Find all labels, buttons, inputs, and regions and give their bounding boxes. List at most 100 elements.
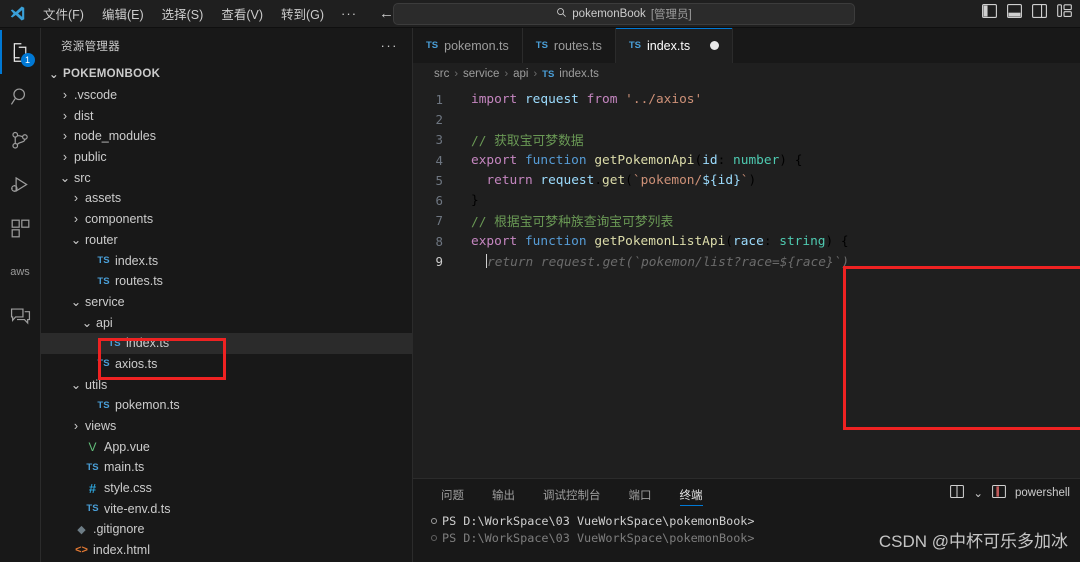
- chevron-right-icon: ›: [504, 68, 509, 80]
- tree-item-main-ts[interactable]: TS main.ts: [41, 457, 412, 478]
- chevron-right-icon[interactable]: ›: [58, 129, 72, 143]
- chevron-down-icon[interactable]: ⌄: [973, 486, 983, 500]
- tree-item-vite-env-d-ts[interactable]: TS vite-env.d.ts: [41, 498, 412, 519]
- panel-tabs[interactable]: 问题 输出 调试控制台 端口 终端 ⌄ powershell: [413, 479, 1080, 510]
- code-line[interactable]: 3 // 获取宝可梦数据: [413, 130, 1080, 150]
- chevron-down-icon[interactable]: ⌄: [80, 315, 94, 330]
- code-line[interactable]: 1 import request from '../axios': [413, 89, 1080, 109]
- tree-item-service[interactable]: ⌄ service: [41, 292, 412, 313]
- explorer-more-button[interactable]: ···: [381, 38, 399, 53]
- menu-selection[interactable]: 选择(S): [153, 1, 213, 26]
- tree-item--vscode[interactable]: › .vscode: [41, 85, 412, 106]
- menu-go[interactable]: 转到(G): [272, 1, 333, 26]
- breadcrumb-service[interactable]: service: [463, 68, 499, 80]
- terminal-shell-label[interactable]: powershell: [1015, 487, 1070, 499]
- file-icon: TS: [83, 503, 102, 514]
- terminal-panel-icon[interactable]: [992, 485, 1006, 501]
- panel-tab-端口[interactable]: 端口: [615, 479, 666, 510]
- tree-item-pokemon-ts[interactable]: TS pokemon.ts: [41, 395, 412, 416]
- code-line[interactable]: 4 export function getPokemonApi(id: numbe…: [413, 150, 1080, 170]
- tree-item-App-vue[interactable]: V App.vue: [41, 436, 412, 457]
- command-center-search[interactable]: pokemonBook [管理员]: [393, 3, 855, 25]
- customize-layout-icon[interactable]: [1057, 4, 1072, 23]
- secondary-sidebar-icon[interactable]: [1032, 4, 1047, 23]
- tree-item-routes-ts[interactable]: TS routes.ts: [41, 271, 412, 292]
- tree-item-label: views: [85, 419, 117, 434]
- file-icon: TS: [83, 462, 102, 473]
- panel-tab-输出[interactable]: 输出: [478, 479, 529, 510]
- activity-source-control-icon[interactable]: [0, 118, 41, 162]
- tree-item-utils[interactable]: ⌄ utils: [41, 374, 412, 395]
- chevron-down-icon[interactable]: ⌄: [47, 67, 61, 81]
- activity-search-icon[interactable]: [0, 74, 41, 118]
- panel-tab-问题[interactable]: 问题: [427, 479, 478, 510]
- chevron-right-icon[interactable]: ›: [58, 109, 72, 123]
- editor-tab-routes-ts[interactable]: TS routes.ts: [523, 28, 616, 63]
- code-editor[interactable]: 1 import request from '../axios' 2 3 // 获取宝可…: [413, 85, 1080, 478]
- chevron-right-icon[interactable]: ›: [58, 88, 72, 102]
- code-line[interactable]: 5 return request.get(`pokemon/${id}`): [413, 170, 1080, 190]
- tree-item-src[interactable]: ⌄ src: [41, 167, 412, 188]
- code-line[interactable]: 2: [413, 109, 1080, 129]
- tree-item--gitignore[interactable]: ◆ .gitignore: [41, 519, 412, 540]
- code-line-text: export function getPokemonListApi(race: …: [471, 233, 849, 249]
- editor-tabs[interactable]: TS pokemon.ts TS routes.ts TS index.ts: [413, 28, 1080, 63]
- tree-item-public[interactable]: › public: [41, 147, 412, 168]
- split-terminal-icon[interactable]: [950, 485, 965, 501]
- chevron-down-icon[interactable]: ⌄: [69, 377, 83, 392]
- vue-file-icon: V: [88, 439, 97, 454]
- panel-icon[interactable]: [1007, 4, 1022, 23]
- tree-item-assets[interactable]: › assets: [41, 188, 412, 209]
- activity-run-debug-icon[interactable]: [0, 162, 41, 206]
- file-tree[interactable]: ⌄ POKEMONBOOK › .vscode › dist › node_modules › p…: [41, 63, 412, 562]
- panel-tab-终端[interactable]: 终端: [666, 479, 717, 510]
- editor-tab-pokemon-ts[interactable]: TS pokemon.ts: [413, 28, 523, 63]
- tree-item-style-css[interactable]: # style.css: [41, 478, 412, 499]
- breadcrumb-src[interactable]: src: [434, 68, 449, 80]
- tree-item-dist[interactable]: › dist: [41, 105, 412, 126]
- unsaved-indicator[interactable]: [710, 41, 720, 50]
- menu-file[interactable]: 文件(F): [34, 1, 93, 26]
- tree-item-views[interactable]: › views: [41, 416, 412, 437]
- ts-file-icon: TS: [97, 275, 110, 287]
- tree-item-api[interactable]: ⌄ api: [41, 312, 412, 333]
- chevron-right-icon[interactable]: ›: [69, 212, 83, 226]
- breadcrumb-file[interactable]: index.ts: [559, 68, 599, 80]
- tree-item-axios-ts[interactable]: TS axios.ts: [41, 354, 412, 375]
- menu-more-button[interactable]: ···: [333, 3, 365, 24]
- menu-edit[interactable]: 编辑(E): [93, 1, 153, 26]
- tree-item-components[interactable]: › components: [41, 209, 412, 230]
- activity-extensions-icon[interactable]: [0, 206, 41, 250]
- tree-item-label: .gitignore: [93, 522, 145, 537]
- explorer-title: 资源管理器: [61, 40, 120, 53]
- breadcrumb-api[interactable]: api: [513, 68, 528, 80]
- activity-explorer-icon[interactable]: 1: [0, 30, 41, 74]
- chevron-right-icon[interactable]: ›: [69, 419, 83, 433]
- activity-aws-icon[interactable]: aws: [0, 250, 41, 294]
- code-line[interactable]: 9 return request.get(`pokemon/list?race=$…: [413, 251, 1080, 271]
- activity-chat-icon[interactable]: [0, 294, 41, 338]
- tree-item-router[interactable]: ⌄ router: [41, 230, 412, 251]
- tree-item-node_modules[interactable]: › node_modules: [41, 126, 412, 147]
- code-line[interactable]: 6}: [413, 190, 1080, 210]
- primary-sidebar-icon[interactable]: [982, 4, 997, 23]
- code-line[interactable]: 7 // 根据宝可梦种族查询宝可梦列表: [413, 211, 1080, 231]
- editor-tab-index-ts[interactable]: TS index.ts: [615, 28, 734, 63]
- chevron-right-icon[interactable]: ›: [58, 150, 72, 164]
- chevron-down-icon[interactable]: ⌄: [58, 170, 72, 185]
- chevron-right-icon[interactable]: ›: [69, 191, 83, 205]
- menu-view[interactable]: 查看(V): [212, 1, 272, 26]
- tree-item-label: router: [85, 232, 118, 247]
- tree-item-index-ts[interactable]: TS index.ts: [41, 250, 412, 271]
- tree-item-index-ts[interactable]: TS index.ts: [41, 332, 412, 354]
- tree-root-item[interactable]: ⌄ POKEMONBOOK: [41, 64, 412, 85]
- chevron-down-icon[interactable]: ⌄: [69, 232, 83, 247]
- panel-tab-调试控制台[interactable]: 调试控制台: [529, 479, 615, 510]
- breadcrumb[interactable]: src › service › api › TS index.ts: [413, 63, 1080, 85]
- chevron-down-icon[interactable]: ⌄: [69, 294, 83, 309]
- tree-item-label: node_modules: [74, 129, 157, 144]
- tree-item-index-html[interactable]: <> index.html: [41, 540, 412, 561]
- code-line[interactable]: 8 export function getPokemonListApi(race:…: [413, 231, 1080, 251]
- arrow-left-icon[interactable]: ←: [379, 6, 394, 21]
- ts-file-icon: TS: [628, 40, 641, 51]
